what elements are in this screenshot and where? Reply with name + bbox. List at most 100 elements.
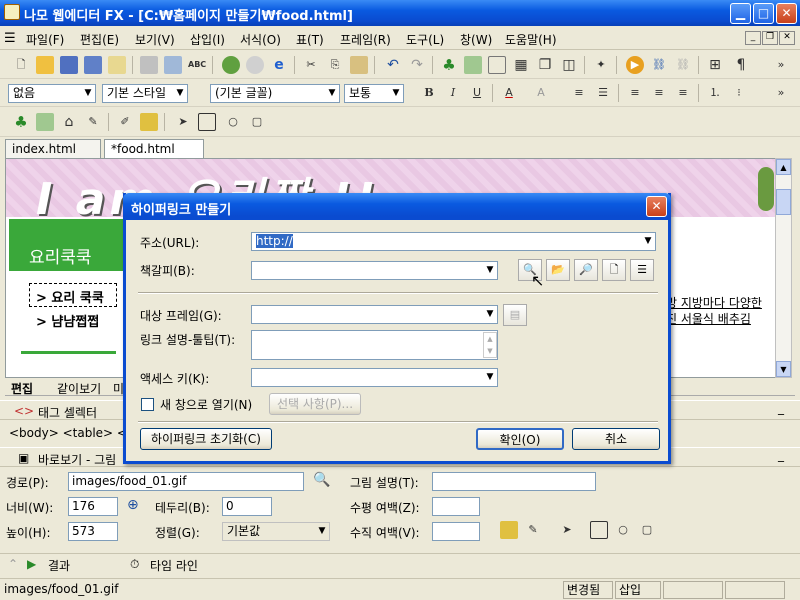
nav-link-cooking[interactable]: > 요리 쿡쿡 (36, 287, 104, 306)
nav-link-yummy[interactable]: > 냠냠쩝쩝 (36, 311, 99, 330)
ie-icon[interactable]: e (270, 56, 288, 74)
access-key-select[interactable]: ▼ (251, 368, 498, 387)
bookmark-select[interactable]: ▼ (251, 261, 498, 280)
paragraph-select[interactable]: 없음 ▼ (8, 84, 96, 103)
vspace-field[interactable] (432, 522, 480, 541)
grid-icon[interactable]: ⊞ (706, 56, 724, 74)
pilcrow-icon[interactable]: ¶ (732, 56, 750, 74)
scroll-up-icon[interactable]: ▲ (776, 159, 791, 175)
align-center-icon[interactable]: ≡ (650, 84, 668, 102)
new-window-checkbox[interactable] (141, 398, 154, 411)
edit-icon[interactable]: ✎ (84, 113, 102, 131)
site-list-icon[interactable]: ☰ (630, 259, 654, 281)
mdi-restore-icon[interactable]: ❐ (762, 31, 778, 45)
underline-icon[interactable]: U (468, 84, 486, 102)
form-icon[interactable] (488, 56, 506, 74)
redo-icon[interactable]: ↷ (408, 56, 426, 74)
outdent-icon[interactable]: ☰ (594, 84, 612, 102)
cut-icon[interactable]: ✂ (302, 56, 320, 74)
menu-file[interactable]: 파일(F) (26, 31, 64, 48)
toolbar-overflow-icon[interactable]: » (772, 56, 790, 74)
menu-edit[interactable]: 편집(E) (80, 31, 119, 48)
find-icon[interactable]: 🔎 (574, 259, 598, 281)
table-icon[interactable]: ▦ (512, 56, 530, 74)
tooltip-scroll-icon[interactable]: ▲ ▼ (483, 332, 497, 358)
new-icon[interactable]: 🗋 (12, 56, 30, 74)
reset-hyperlink-button[interactable]: 하이퍼링크 초기화(C) (140, 428, 272, 450)
mdi-close-icon[interactable]: ✕ (779, 31, 795, 45)
tree-icon[interactable]: ♣ (12, 113, 30, 131)
undo-icon[interactable]: ↶ (384, 56, 402, 74)
spellcheck-icon[interactable]: ABC (188, 56, 206, 74)
collapse-icon[interactable]: _ (778, 448, 784, 462)
tab-timeline[interactable]: 타임 라인 (150, 557, 198, 574)
stop-icon[interactable] (246, 56, 264, 74)
tab-food-html[interactable]: *food.html (104, 139, 204, 158)
tab-index-html[interactable]: index.html (5, 139, 101, 158)
circle-icon[interactable]: ○ (224, 113, 242, 131)
menu-help[interactable]: 도움말(H) (505, 31, 557, 48)
rounded-rect-icon[interactable]: ▢ (248, 113, 266, 131)
open-folder-icon[interactable]: 📂 (546, 259, 570, 281)
minimize-button[interactable]: ▁ (730, 3, 751, 24)
scroll-thumb[interactable] (776, 189, 791, 215)
height-field[interactable]: 573 (68, 522, 118, 541)
save-all-icon[interactable] (84, 56, 102, 74)
preview-icon[interactable] (164, 56, 182, 74)
browser-icon[interactable] (222, 56, 240, 74)
tooltip-input[interactable] (251, 330, 498, 360)
print-icon[interactable] (140, 56, 158, 74)
tree-icon[interactable]: ♣ (440, 56, 458, 74)
link-icon[interactable]: ⛓ (650, 56, 668, 74)
mdi-minimize-icon[interactable]: _ (745, 31, 761, 45)
image-icon[interactable] (36, 113, 54, 131)
tab-edit-view[interactable]: 편집 (11, 380, 33, 397)
polygon-icon[interactable]: ▢ (638, 521, 656, 539)
font-color-icon[interactable]: A (500, 84, 518, 102)
ok-button[interactable]: 확인(O) (476, 428, 564, 450)
target-frame-select[interactable]: ▼ (251, 305, 498, 324)
align-left-icon[interactable]: ≡ (626, 84, 644, 102)
vertical-scrollbar[interactable]: ▲ ▼ (775, 158, 792, 378)
frame-picker-icon[interactable]: ▤ (503, 304, 527, 326)
tab-result[interactable]: 결과 (48, 557, 70, 574)
align-select[interactable]: 기본값 ▼ (222, 522, 330, 541)
image-icon[interactable] (464, 56, 482, 74)
menu-frame[interactable]: 프레임(R) (340, 31, 391, 48)
size-select[interactable]: 보통 ▼ (344, 84, 404, 103)
width-field[interactable]: 176 (68, 497, 118, 516)
border-field[interactable]: 0 (222, 497, 272, 516)
pointer-icon[interactable]: ➤ (558, 521, 576, 539)
style-select[interactable]: 기본 스타일 ▼ (102, 84, 188, 103)
maximize-button[interactable]: □ (753, 3, 774, 24)
numbered-list-icon[interactable]: ⒈ (706, 84, 724, 102)
bold-icon[interactable]: B (420, 84, 438, 102)
doc-menu-icon[interactable]: ☰ (4, 31, 16, 46)
menu-view[interactable]: 보기(V) (135, 31, 175, 48)
scroll-down-icon[interactable]: ▼ (776, 361, 791, 377)
template-icon[interactable] (108, 56, 126, 74)
shape-icon[interactable] (140, 113, 158, 131)
toolbar-overflow-icon[interactable]: » (772, 84, 790, 102)
cancel-button[interactable]: 취소 (572, 428, 660, 450)
dialog-close-button[interactable]: ✕ (646, 196, 667, 217)
desc-field[interactable] (432, 472, 596, 491)
menu-tools[interactable]: 도구(L) (406, 31, 444, 48)
rectangle-icon[interactable] (198, 113, 216, 131)
paste-icon[interactable] (350, 56, 368, 74)
open-icon[interactable] (36, 56, 54, 74)
italic-icon[interactable]: I (444, 84, 462, 102)
edit-image-icon[interactable]: ✎ (524, 521, 542, 539)
lock-ratio-icon[interactable]: ⊕ (127, 497, 139, 513)
hspace-field[interactable] (432, 497, 480, 516)
font-select[interactable]: (기본 글꼴) ▼ (210, 84, 340, 103)
unlink-icon[interactable]: ⛓ (674, 56, 692, 74)
tab-split-view[interactable]: 같이보기 (57, 380, 101, 397)
home-icon[interactable]: ⌂ (60, 113, 78, 131)
layer-icon[interactable]: ❐ (536, 56, 554, 74)
collapse-icon[interactable]: _ (778, 401, 784, 415)
bullet-list-icon[interactable]: ⁝ (730, 84, 748, 102)
close-button[interactable]: ✕ (776, 3, 797, 24)
menu-table[interactable]: 표(T) (296, 31, 324, 48)
url-input[interactable]: http:// ▼ (251, 232, 656, 251)
